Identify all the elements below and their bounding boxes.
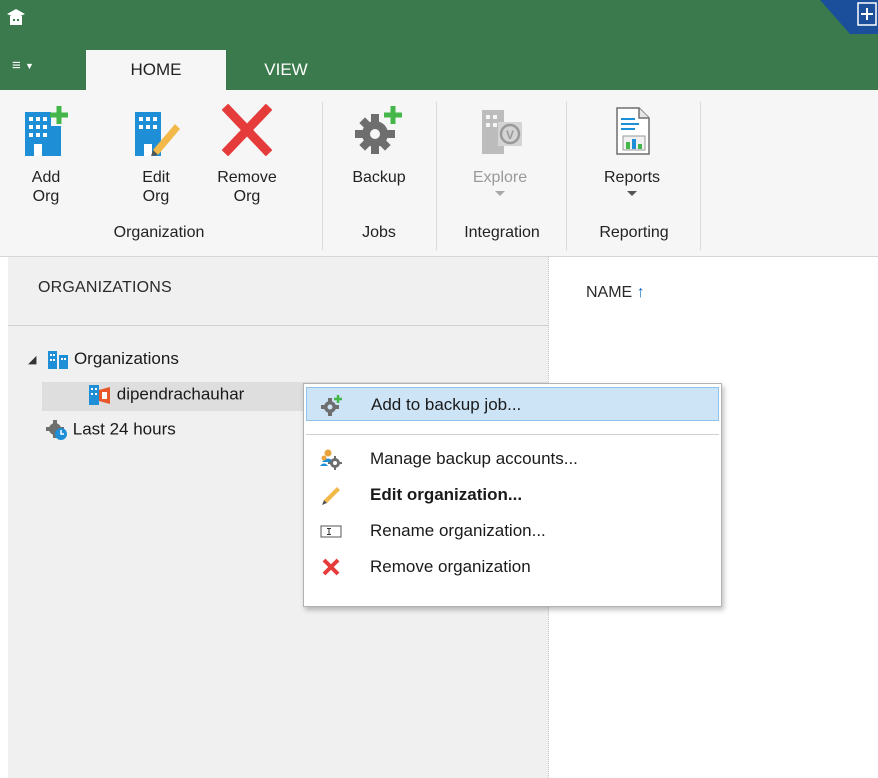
reports-label: Reports [603,169,661,186]
report-icon [616,107,650,155]
svg-text:V: V [506,128,514,142]
divider [8,325,548,326]
add-org-icon [25,106,68,156]
remove-org-label: Remove Org [217,169,277,205]
office365-org-icon [89,385,110,405]
tree-item-last-24-hours[interactable]: Last 24 hours [46,419,176,441]
remove-icon [222,104,272,156]
column-label: NAME [586,284,633,301]
backup-job-icon [355,106,402,154]
menu-item-rename-organization[interactable]: Rename organization... [306,514,719,548]
menu-item-manage-backup-accounts[interactable]: Manage backup accounts... [306,442,719,476]
add-org-button[interactable]: Add Org [18,104,74,206]
reports-button[interactable]: Reports [582,104,682,196]
menu-separator [306,434,719,435]
tree-item-label: Last 24 hours [72,419,176,439]
menu-item-label: Add to backup job... [371,395,522,414]
menu-item-remove-organization[interactable]: Remove organization [306,550,719,584]
accounts-gear-icon [320,449,342,470]
tab-view[interactable]: VIEW [236,50,336,90]
menu-item-label: Remove organization [370,557,531,576]
hamburger-icon: ≡ [12,57,21,74]
chevron-down-icon: ▼ [24,61,34,71]
chevron-down-icon [627,191,637,196]
ribbon: AddOrg EditOrg RemoveOrg Organization [0,90,878,257]
title-bar [0,0,878,48]
sort-arrow-icon: ↑ [636,284,645,301]
backup-job-icon [321,395,342,416]
menu-item-add-to-backup-job[interactable]: Add to backup job... [306,387,719,421]
menu-item-edit-organization[interactable]: Edit organization... [306,478,719,512]
remove-org-button[interactable]: Remove Org [212,104,282,206]
group-label-organization: Organization [113,224,205,241]
remove-icon [322,558,340,576]
tab-home[interactable]: HOME [86,50,226,90]
group-label-jobs: Jobs [362,224,396,241]
history-gear-icon [46,420,67,440]
add-org-label: Add Org [31,169,61,205]
pane-title: ORGANIZATIONS [38,279,172,296]
ribbon-separator [700,102,701,250]
chevron-down-icon [495,191,505,196]
explore-button[interactable]: V Explore [450,104,550,196]
edit-org-label: Edit Org [142,169,170,205]
menu-item-label: Manage backup accounts... [370,449,578,468]
tree-item-label: Organizations [73,349,179,368]
pencil-icon [322,487,340,505]
organizations-icon [48,350,69,369]
rename-icon [320,525,342,538]
group-label-integration: Integration [464,224,540,241]
group-label-reporting: Reporting [599,224,669,241]
app-menu-button[interactable]: ≡ ▼ [12,52,52,80]
menu-item-label: Rename organization... [370,521,546,540]
menu-item-label: Edit organization... [370,485,523,504]
context-menu: Add to backup job... Manage backup accou… [303,383,722,607]
ribbon-separator [566,102,567,250]
tree-item-org[interactable]: dipendrachauhar [88,384,244,406]
edit-org-icon [135,112,180,156]
backup-label: Backup [352,169,406,186]
backup-button[interactable]: Backup [336,104,422,187]
app-logo-icon [7,9,25,25]
tree-item-organizations[interactable]: ◢ Organizations [28,349,179,370]
edit-org-button[interactable]: Edit Org [126,104,186,206]
ribbon-separator [436,102,437,250]
expand-triangle-icon[interactable]: ◢ [28,354,36,366]
ribbon-separator [322,102,323,250]
explorer-icon: V [482,110,522,154]
new-item-tab[interactable] [820,0,878,34]
tree-item-label: dipendrachauhar [116,384,245,404]
explore-label: Explore [472,169,528,186]
column-header-name[interactable]: NAME ↑ [586,284,645,302]
